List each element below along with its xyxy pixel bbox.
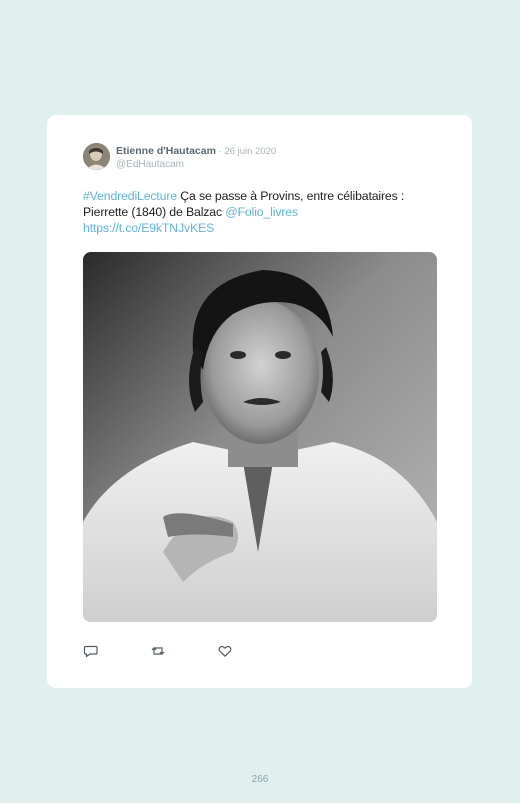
- hashtag-link[interactable]: #VendrediLecture: [83, 189, 177, 203]
- retweet-icon: [151, 647, 165, 655]
- tweet-card: Etienne d'Hautacam · 26 juin 2020 @EdHau…: [47, 115, 472, 688]
- tweet-url-link[interactable]: https://t.co/E9kTNJvKES: [83, 221, 214, 235]
- balzac-portrait-image: [83, 252, 437, 622]
- tweet-text: #VendrediLecture Ça se passe à Provins, …: [83, 189, 443, 236]
- tweet-header: Etienne d'Hautacam · 26 juin 2020 @EdHau…: [116, 145, 436, 171]
- heart-icon: [218, 645, 232, 657]
- reply-icon: [83, 645, 98, 658]
- author-line: Etienne d'Hautacam · 26 juin 2020: [116, 145, 436, 158]
- author-avatar[interactable]: [83, 143, 110, 170]
- author-name[interactable]: Etienne d'Hautacam: [116, 145, 216, 157]
- like-button[interactable]: [217, 643, 233, 659]
- avatar-portrait-icon: [83, 143, 110, 170]
- mention-link[interactable]: @Folio_livres: [225, 205, 298, 219]
- reply-button[interactable]: [83, 643, 99, 659]
- tweet-date[interactable]: 26 juin 2020: [224, 146, 276, 157]
- author-handle[interactable]: @EdHautacam: [116, 158, 436, 171]
- retweet-button[interactable]: [150, 643, 166, 659]
- page-number: 266: [251, 774, 269, 785]
- tweet-photo[interactable]: [83, 252, 437, 622]
